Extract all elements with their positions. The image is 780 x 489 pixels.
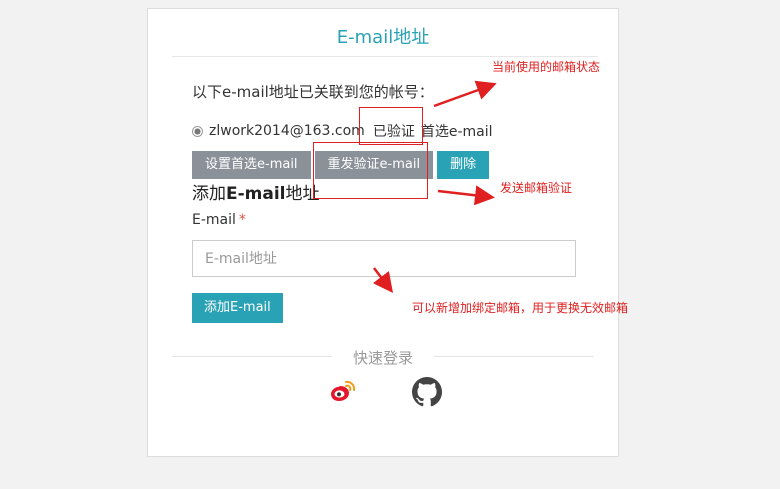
add-annotation: 可以新增加绑定邮箱，用于更换无效邮箱 bbox=[412, 301, 629, 315]
weibo-icon[interactable] bbox=[328, 377, 358, 407]
email-settings-card: E-mail地址 以下e-mail地址已关联到您的帐号： zlwork2014@… bbox=[147, 8, 619, 457]
add-email-button[interactable]: 添加E-mail bbox=[192, 293, 283, 323]
verified-highlight-box bbox=[359, 107, 423, 145]
quick-login-label: 快速登录 bbox=[352, 349, 413, 367]
status-annotation: 当前使用的邮箱状态 bbox=[492, 60, 601, 74]
github-icon[interactable] bbox=[412, 377, 442, 407]
add-heading-prefix: 添加 bbox=[192, 184, 226, 204]
primary-radio[interactable] bbox=[192, 125, 203, 137]
quick-login-divider-right bbox=[434, 356, 594, 357]
delete-button[interactable]: 删除 bbox=[437, 151, 490, 179]
add-email-heading: 添加E-mail地址 bbox=[192, 179, 320, 204]
resend-highlight-box bbox=[313, 142, 428, 199]
email-label-text: E-mail bbox=[192, 212, 236, 228]
email-field-label: E-mail * bbox=[192, 212, 246, 228]
set-primary-button[interactable]: 设置首选e-mail bbox=[192, 151, 311, 179]
resend-annotation: 发送邮箱验证 bbox=[500, 181, 573, 195]
title-divider bbox=[172, 56, 598, 57]
page-title: E-mail地址 bbox=[336, 27, 430, 48]
add-heading-bold: E-mail bbox=[226, 184, 286, 204]
email-entry: zlwork2014@163.com 已验证 首选e-mail bbox=[192, 121, 493, 141]
email-address: zlwork2014@163.com bbox=[209, 123, 365, 139]
email-input[interactable] bbox=[192, 240, 576, 277]
linked-emails-text: 以下e-mail地址已关联到您的帐号： bbox=[192, 83, 434, 101]
required-mark: * bbox=[238, 212, 246, 228]
primary-label: 首选e-mail bbox=[420, 124, 493, 140]
